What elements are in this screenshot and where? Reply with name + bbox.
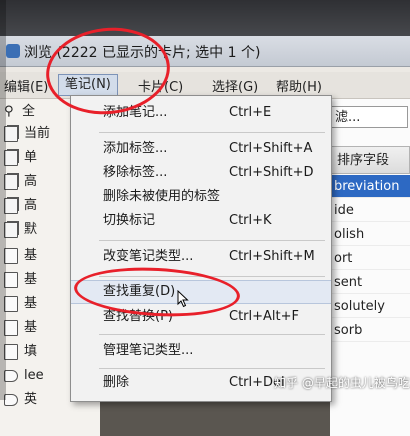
- menu-separator: [99, 132, 325, 133]
- watermark-text: 知乎 @早起的虫儿被鸟吃: [274, 376, 410, 390]
- note-type-icon: [4, 343, 18, 360]
- menu-select[interactable]: 选择(G): [212, 76, 258, 95]
- menu-separator: [99, 368, 325, 369]
- note-type-icon: [4, 271, 18, 288]
- deck-icon: [4, 221, 18, 238]
- deck-icon: [4, 149, 18, 166]
- table-row[interactable]: ide: [330, 199, 410, 222]
- deck-icon: [4, 125, 18, 142]
- column-header-sort-field[interactable]: 排序字段: [330, 146, 410, 174]
- menu-item-change-note-type[interactable]: 改变笔记类型... Ctrl+Shift+M: [71, 246, 331, 268]
- note-type-icon: [4, 319, 18, 336]
- table-row[interactable]: ort: [330, 247, 410, 270]
- table-row[interactable]: breviation: [330, 175, 410, 198]
- table-row[interactable]: sent: [330, 271, 410, 294]
- note-type-icon: [4, 295, 18, 312]
- menu-edit[interactable]: 编辑(E): [4, 76, 48, 95]
- note-menu-dropdown: 添加笔记... Ctrl+E 添加标签... Ctrl+Shift+A 移除标签…: [70, 95, 332, 402]
- search-input[interactable]: 滤...: [330, 106, 408, 128]
- photo-vignette: [0, 0, 6, 400]
- menu-item-clear-unused-tags[interactable]: 删除未被使用的标签: [71, 186, 331, 208]
- menu-help[interactable]: 帮助(H): [276, 76, 322, 95]
- menu-item-remove-tags[interactable]: 移除标签... Ctrl+Shift+D: [71, 162, 331, 184]
- menu-separator: [99, 334, 325, 335]
- table-row[interactable]: olish: [330, 223, 410, 246]
- menu-item-manage-note-types[interactable]: 管理笔记类型...: [71, 340, 331, 362]
- menu-separator: [99, 240, 325, 241]
- note-type-icon: [4, 247, 18, 264]
- tag-icon: [4, 369, 18, 382]
- menu-item-toggle-mark[interactable]: 切换标记 Ctrl+K: [71, 210, 331, 232]
- menu-item-add-tags[interactable]: 添加标签... Ctrl+Shift+A: [71, 138, 331, 160]
- deck-icon: [4, 173, 18, 190]
- app-icon: [6, 44, 20, 58]
- search-icon: ⚲: [4, 104, 14, 119]
- deck-icon: [4, 197, 18, 214]
- table-row[interactable]: sorb: [330, 319, 410, 342]
- table-row[interactable]: solutely: [330, 295, 410, 318]
